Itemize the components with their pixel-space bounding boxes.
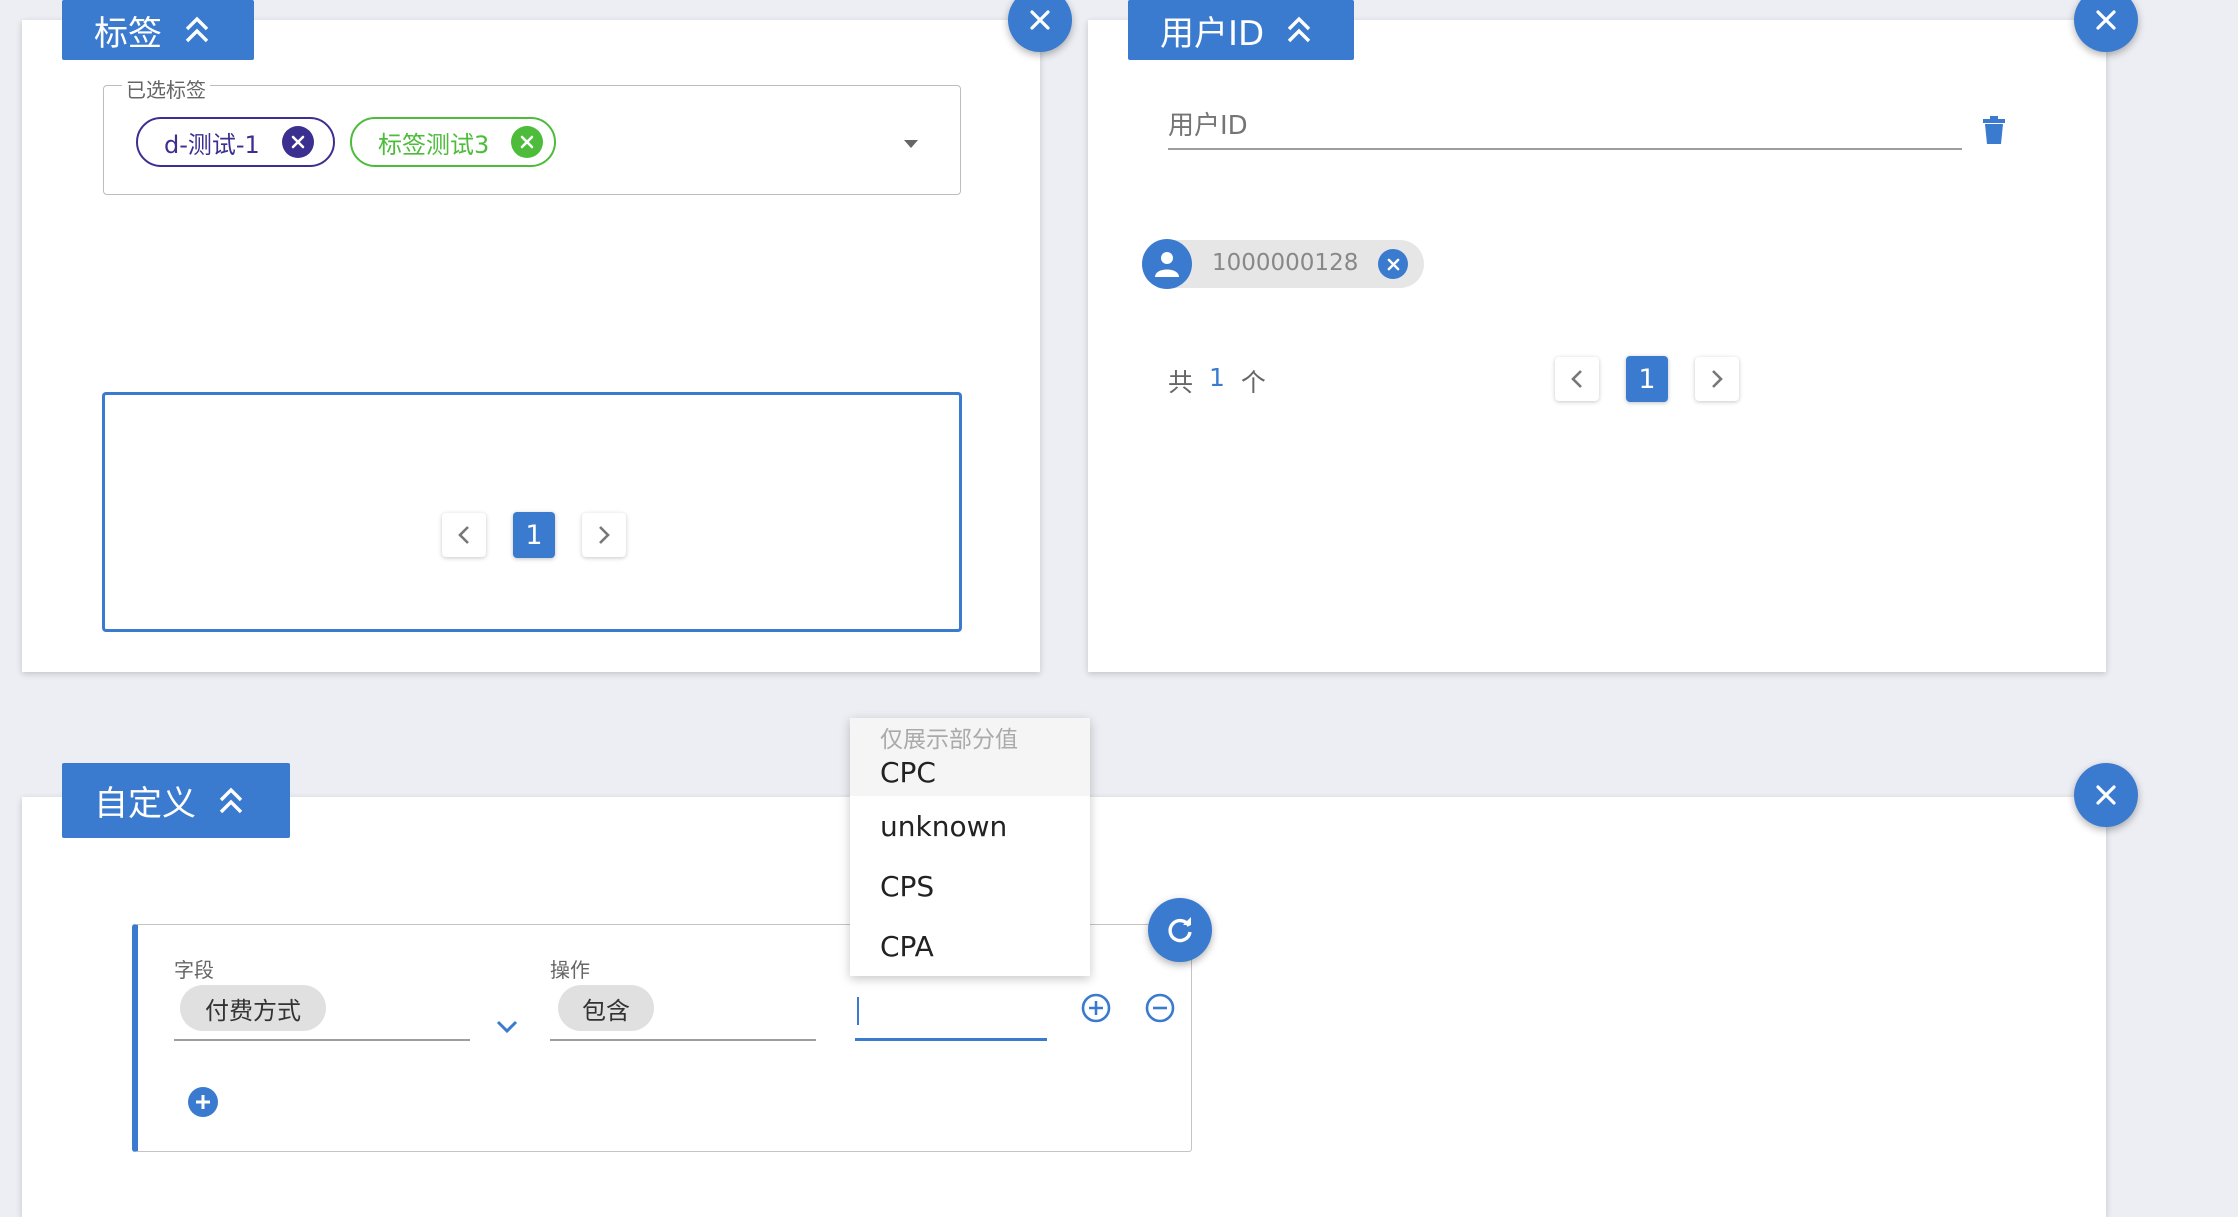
field-value-chip[interactable]: 付费方式 — [180, 985, 326, 1031]
avatar — [1142, 239, 1192, 289]
userid-input[interactable] — [1168, 104, 1962, 150]
trash-icon[interactable] — [1983, 116, 2005, 148]
remove-user-icon[interactable] — [1378, 249, 1408, 279]
remove-value-icon[interactable] — [1144, 992, 1176, 1028]
collapse-up-icon[interactable] — [1286, 16, 1312, 44]
next-page-button[interactable] — [582, 513, 626, 557]
add-value-icon[interactable] — [1080, 992, 1112, 1028]
remove-tag-icon[interactable] — [511, 126, 544, 158]
next-page-button[interactable] — [1695, 357, 1739, 401]
userid-panel-header[interactable]: 用户ID — [1128, 0, 1354, 60]
text-cursor — [857, 997, 859, 1025]
total-suffix: 个 — [1240, 368, 1266, 397]
refresh-button[interactable] — [1148, 898, 1212, 962]
operation-select[interactable]: 包含 — [550, 983, 816, 1041]
tags-panel: 已选标签 d-测试-1 标签测试3 1 — [22, 20, 1040, 672]
total-count: 共 1 个 — [1168, 363, 1266, 399]
dropdown-option[interactable]: CPA — [880, 930, 934, 963]
value-input[interactable] — [855, 983, 1047, 1041]
userid-panel-title: 用户ID — [1160, 13, 1265, 54]
total-number: 1 — [1209, 363, 1225, 392]
value-dropdown-menu: 仅展示部分值 CPC unknown CPS CPA — [850, 718, 1090, 976]
prev-page-button[interactable] — [442, 513, 486, 557]
tag-chip[interactable]: 标签测试3 — [350, 117, 556, 167]
tag-chip-label: 标签测试3 — [378, 130, 490, 159]
user-chip-label: 1000000128 — [1212, 250, 1359, 276]
prev-page-button[interactable] — [1555, 357, 1599, 401]
total-prefix: 共 — [1168, 368, 1194, 397]
tags-select-field[interactable]: 已选标签 d-测试-1 标签测试3 — [103, 74, 961, 195]
field-select[interactable]: 付费方式 — [174, 983, 470, 1041]
tag-chip-label: d-测试-1 — [164, 130, 260, 159]
collapse-up-icon[interactable] — [218, 787, 244, 815]
tags-panel-title: 标签 — [94, 13, 162, 54]
dropdown-option[interactable]: unknown — [880, 810, 1007, 843]
tag-chip[interactable]: d-测试-1 — [136, 117, 335, 167]
dropdown-option[interactable]: CPC — [880, 756, 936, 789]
remove-tag-icon[interactable] — [281, 126, 314, 158]
close-custom-panel-button[interactable] — [2074, 763, 2138, 827]
dropdown-hint-text: 仅展示部分值 — [880, 727, 1018, 753]
dropdown-arrow-icon[interactable] — [904, 133, 918, 152]
chevron-down-icon[interactable] — [496, 1019, 518, 1038]
tag-results-box: 1 — [102, 392, 962, 632]
custom-panel-title: 自定义 — [94, 784, 196, 824]
dropdown-option[interactable]: CPS — [880, 870, 934, 903]
page-1-button[interactable]: 1 — [513, 512, 555, 558]
tags-panel-header[interactable]: 标签 — [62, 0, 254, 60]
operation-value-chip[interactable]: 包含 — [558, 985, 654, 1031]
operation-label: 操作 — [550, 958, 590, 982]
page-1-button[interactable]: 1 — [1626, 356, 1668, 402]
field-label: 字段 — [174, 958, 214, 982]
add-condition-icon[interactable] — [188, 1087, 218, 1121]
selected-tags-label: 已选标签 — [122, 74, 210, 103]
user-chip[interactable]: 1000000128 — [1142, 239, 1424, 289]
collapse-up-icon[interactable] — [184, 16, 210, 44]
custom-panel-header[interactable]: 自定义 — [62, 763, 290, 838]
userid-panel: 1000000128 共 1 个 1 — [1088, 20, 2106, 672]
